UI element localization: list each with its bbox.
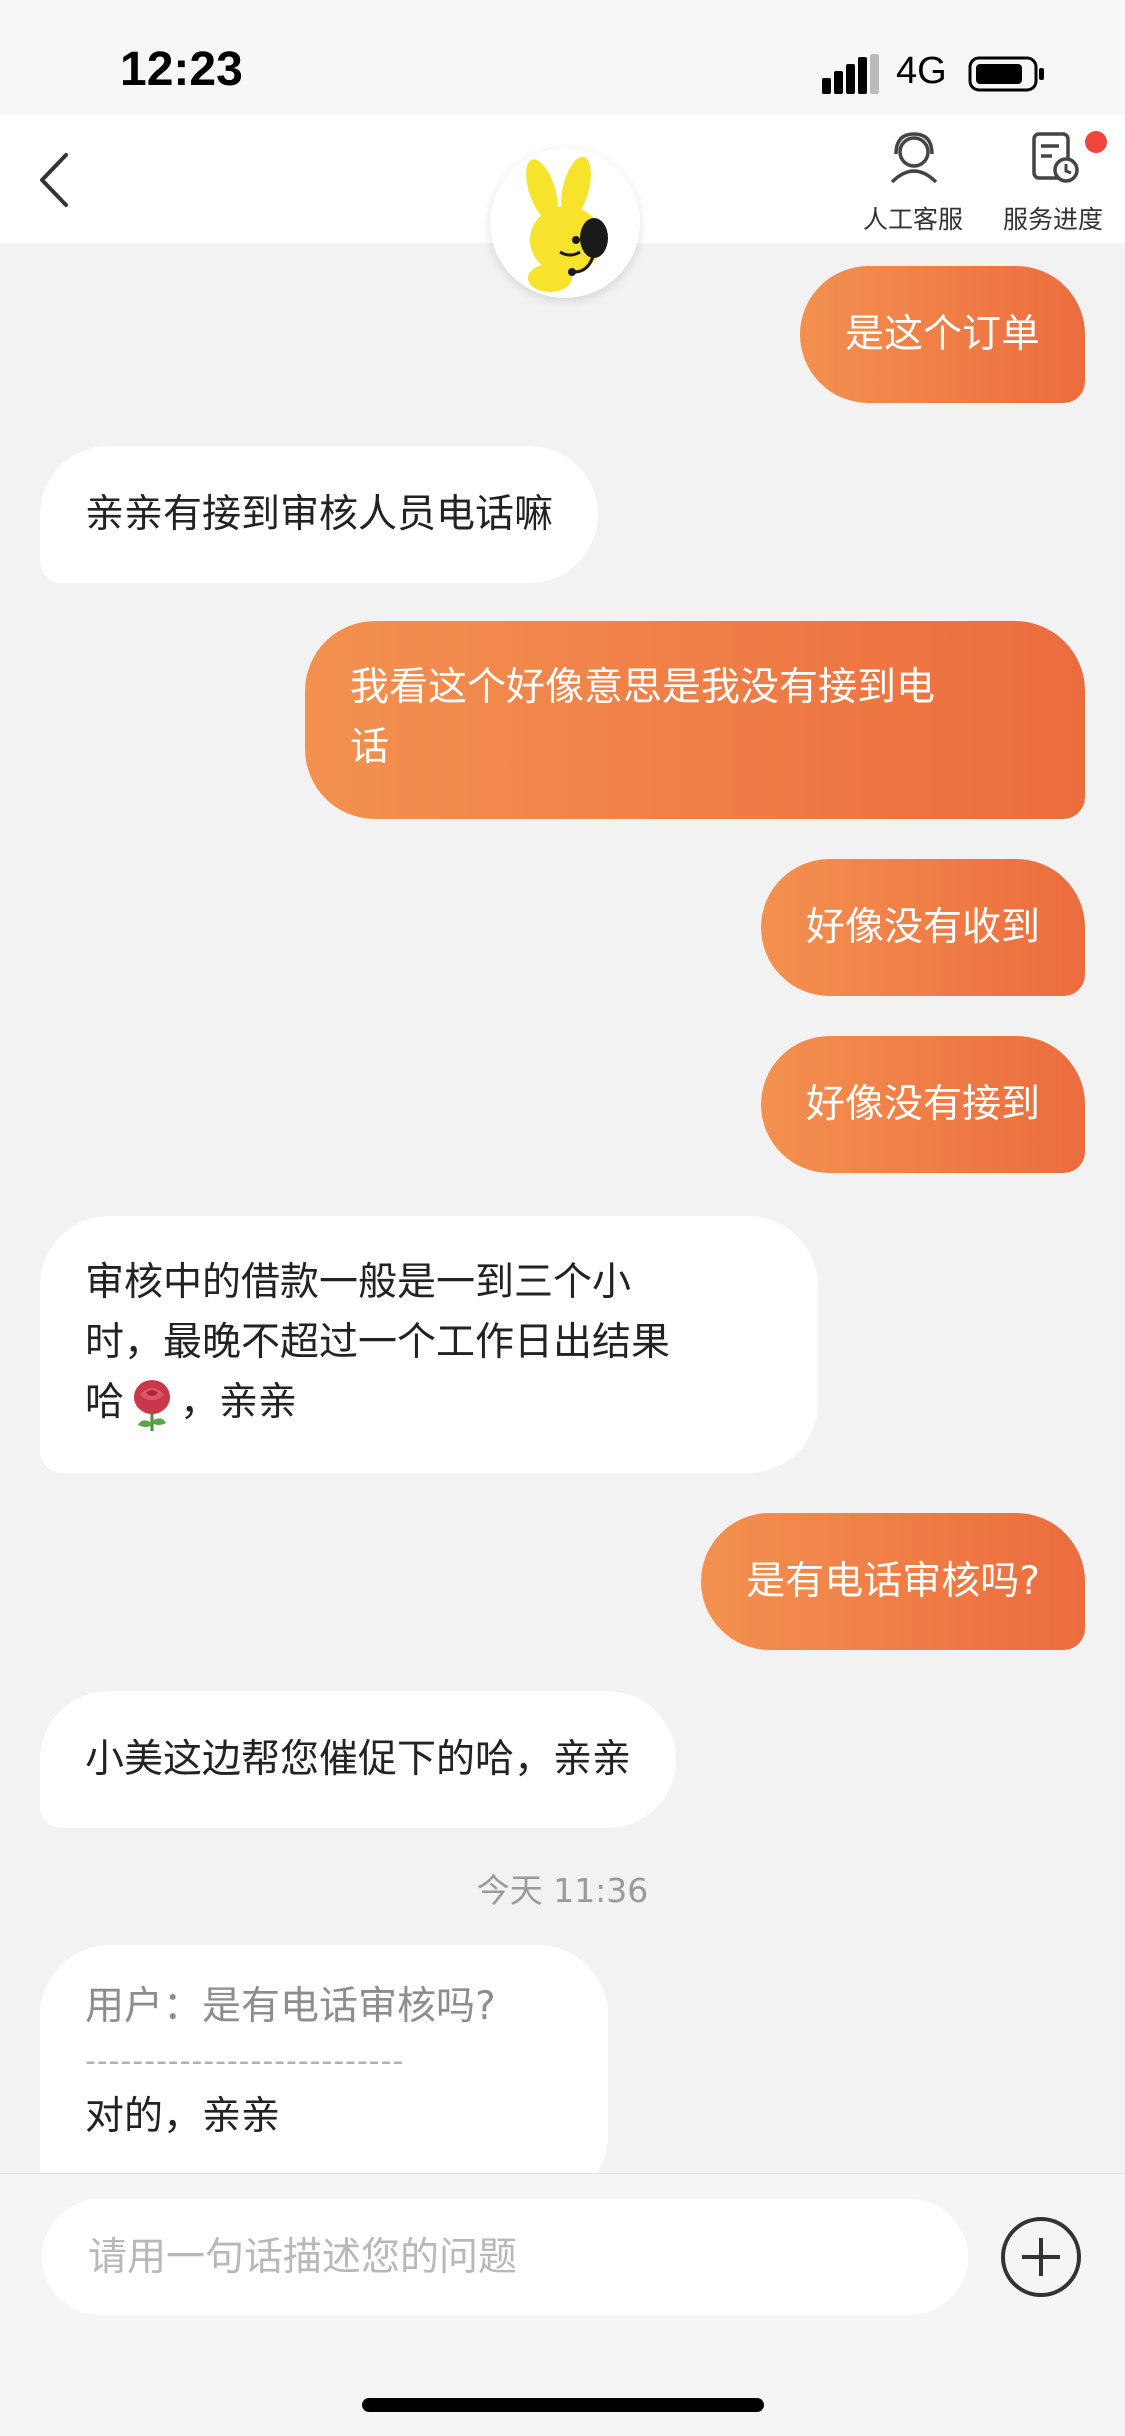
human-service-button[interactable]: 人工客服 bbox=[838, 130, 988, 240]
message-bubble-out: 是有电话审核吗? bbox=[701, 1513, 1085, 1650]
mascot-icon bbox=[526, 156, 608, 292]
message-input[interactable] bbox=[42, 2199, 968, 2315]
message-text: 亲亲有接到审核人员电话嘛 bbox=[85, 492, 554, 537]
back-arrow-icon[interactable] bbox=[30, 145, 80, 215]
battery-icon bbox=[968, 56, 1044, 92]
status-bar: 12:23 4G bbox=[0, 0, 1125, 115]
message-text: 我看这个好像意思是我没有接到电 bbox=[350, 665, 936, 710]
message-text: 好像没有收到 bbox=[805, 905, 1040, 950]
headset-icon bbox=[890, 132, 938, 184]
message-bubble-out: 好像没有收到 bbox=[760, 859, 1085, 996]
message-text: 是这个订单 bbox=[844, 312, 1040, 357]
message-timestamp: 今天 11:36 bbox=[476, 1871, 649, 1910]
notification-badge bbox=[1085, 131, 1107, 153]
message-text: 好像没有接到 bbox=[805, 1082, 1040, 1127]
message-text: 审核中的借款一般是一到三个小 bbox=[85, 1260, 632, 1305]
message-text: ，亲亲 bbox=[180, 1380, 298, 1425]
message-text: 时，最晚不超过一个工作日出结果 bbox=[85, 1320, 671, 1365]
message-bubble-out: 好像没有接到 bbox=[760, 1036, 1085, 1173]
mascot-avatar bbox=[490, 148, 640, 298]
message-bubble-out: 是这个订单 bbox=[799, 266, 1085, 403]
message-bubble-in: 小美这边帮您催促下的哈，亲亲 bbox=[40, 1691, 677, 1828]
signal-icon bbox=[822, 54, 879, 94]
message-text: 哈 bbox=[85, 1380, 125, 1425]
message-bubble-out: 我看这个好像意思是我没有接到电 话 bbox=[305, 621, 1085, 819]
human-service-label: 人工客服 bbox=[862, 205, 963, 234]
message-text: 小美这边帮您催促下的哈，亲亲 bbox=[85, 1737, 632, 1782]
chat-messages: 是这个订单 亲亲有接到审核人员电话嘛 我看这个好像意思是我没有接到电 话 好像没… bbox=[0, 243, 1125, 2173]
quoted-message: 用户：是有电话审核吗? bbox=[85, 1984, 496, 2029]
status-time: 12:23 bbox=[120, 43, 243, 96]
rose-emoji-icon bbox=[134, 1379, 171, 1431]
plus-icon[interactable] bbox=[1000, 2216, 1082, 2298]
network-type: 4G bbox=[896, 50, 947, 92]
service-progress-label: 服务进度 bbox=[1002, 205, 1103, 234]
message-text: 对的，亲亲 bbox=[85, 2094, 281, 2139]
message-text: 话 bbox=[350, 725, 390, 770]
quote-divider: --------------------------- bbox=[85, 2044, 405, 2079]
message-bubble-in: 审核中的借款一般是一到三个小 时，最晚不超过一个工作日出结果 哈 ，亲亲 bbox=[40, 1216, 818, 1473]
service-progress-icon bbox=[1032, 132, 1079, 183]
message-bubble-in: 用户：是有电话审核吗? --------------------------- … bbox=[40, 1945, 608, 2173]
message-bubble-in: 亲亲有接到审核人员电话嘛 bbox=[40, 446, 599, 583]
message-text: 是有电话审核吗? bbox=[746, 1559, 1040, 1604]
home-indicator bbox=[362, 2398, 764, 2412]
